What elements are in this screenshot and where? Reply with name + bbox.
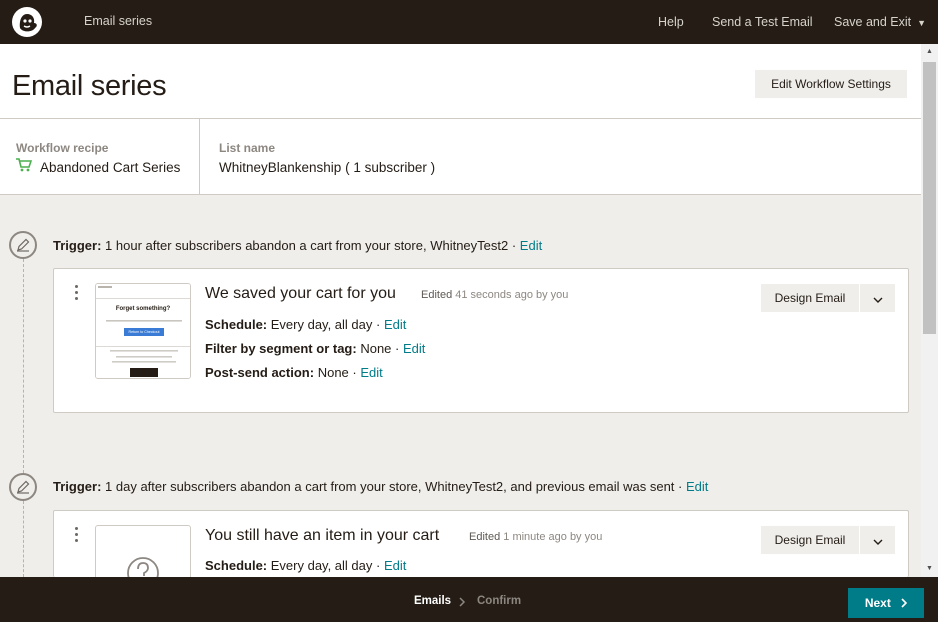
edited-status: Edited 1 minute ago by you [469, 531, 602, 543]
chevron-right-icon [901, 598, 908, 608]
trigger-edit-link[interactable]: Edit [520, 238, 542, 253]
workflow-recipe-value: Abandoned Cart Series [40, 160, 181, 175]
filter-label: Filter by segment or tag: [205, 341, 357, 356]
save-and-exit-label: Save and Exit [834, 15, 912, 29]
email-thumbnail[interactable]: Forget something? Return to Checkout [95, 283, 191, 379]
post-send-label: Post-send action: [205, 365, 315, 380]
save-and-exit-menu[interactable]: Save and Exit ▼ [834, 15, 926, 29]
email-card: You still have an item in your cart Edit… [53, 510, 909, 577]
next-label: Next [864, 596, 891, 610]
edited-time: 41 seconds ago [455, 289, 533, 301]
header-divider [0, 118, 921, 119]
chevron-down-icon [873, 539, 882, 545]
schedule-row: Schedule: Every day, all day · Edit [205, 558, 406, 573]
schedule-value: Every day, all day · [270, 558, 381, 573]
edited-by: by you [536, 289, 569, 301]
design-email-button[interactable]: Design Email [761, 284, 859, 312]
top-bar: Email series Help Send a Test Email Save… [0, 0, 938, 44]
thumbnail-cta: Return to Checkout [128, 330, 160, 334]
design-email-button[interactable]: Design Email [761, 526, 859, 554]
email-thumbnail-placeholder[interactable] [95, 525, 191, 577]
scrollbar-thumb[interactable] [923, 62, 936, 334]
timeline-connector [23, 259, 24, 473]
help-link[interactable]: Help [658, 15, 684, 29]
schedule-label: Schedule: [205, 558, 268, 573]
trigger-edit-step-icon[interactable] [9, 473, 37, 501]
chevron-down-icon [873, 297, 882, 303]
list-name-value: WhitneyBlankenship ( 1 subscriber ) [219, 160, 436, 175]
shopping-cart-icon [16, 158, 32, 172]
more-options-icon[interactable] [73, 285, 79, 303]
design-email-dropdown[interactable] [860, 526, 895, 554]
crumb-confirm[interactable]: Confirm [477, 595, 521, 607]
more-options-icon[interactable] [73, 527, 79, 545]
list-name-label: List name [219, 141, 276, 155]
trigger-line: Trigger: 1 hour after subscribers abando… [53, 238, 542, 253]
thumbnail-heading: Forget something? [115, 306, 171, 312]
trigger-edit-link[interactable]: Edit [686, 479, 708, 494]
send-test-email-link[interactable]: Send a Test Email [712, 15, 813, 29]
design-email-dropdown[interactable] [860, 284, 895, 312]
post-send-value: None · [317, 365, 357, 380]
scroll-up-arrow-icon[interactable]: ▲ [921, 44, 938, 60]
chevron-down-icon: ▼ [917, 18, 927, 28]
header-column-divider [199, 118, 200, 195]
trigger-text: 1 day after subscribers abandon a cart f… [105, 479, 683, 494]
email-card: Forget something? Return to Checkout We … [53, 268, 909, 413]
trigger-text: 1 hour after subscribers abandon a cart … [105, 238, 517, 253]
filter-edit-link[interactable]: Edit [403, 341, 425, 356]
schedule-label: Schedule: [205, 317, 268, 332]
app-title: Email series [84, 14, 153, 28]
schedule-value: Every day, all day · [270, 317, 381, 332]
schedule-row: Schedule: Every day, all day · Edit [205, 317, 406, 332]
pencil-icon [17, 480, 30, 494]
trigger-line: Trigger: 1 day after subscribers abandon… [53, 479, 708, 494]
edited-by: by you [569, 531, 603, 543]
timeline-connector [23, 501, 24, 577]
freddie-logo-icon[interactable] [11, 6, 43, 38]
page-title: Email series [12, 70, 167, 102]
post-send-edit-link[interactable]: Edit [360, 365, 382, 380]
chevron-right-icon [459, 597, 466, 607]
email-subject[interactable]: You still have an item in your cart [205, 527, 439, 545]
pencil-icon [17, 238, 30, 252]
edited-time: 1 minute ago [503, 531, 567, 543]
question-mark-icon [127, 557, 159, 577]
edit-workflow-settings-button[interactable]: Edit Workflow Settings [755, 70, 907, 98]
schedule-edit-link[interactable]: Edit [384, 317, 406, 332]
trigger-label: Trigger: [53, 479, 102, 494]
workflow-header: Email series Edit Workflow Settings Work… [0, 44, 921, 195]
trigger-label: Trigger: [53, 238, 102, 253]
filter-value: None · [360, 341, 400, 356]
schedule-edit-link[interactable]: Edit [384, 558, 406, 573]
edited-status: Edited 41 seconds ago by you [421, 289, 568, 301]
crumb-emails[interactable]: Emails [414, 595, 451, 607]
post-send-row: Post-send action: None · Edit [205, 365, 383, 380]
edited-prefix: Edited [421, 289, 453, 301]
trigger-edit-step-icon[interactable] [9, 231, 37, 259]
scroll-down-arrow-icon[interactable]: ▼ [921, 561, 938, 577]
email-subject[interactable]: We saved your cart for you [205, 285, 396, 303]
footer-bar: Emails Confirm Next [0, 577, 938, 622]
next-button[interactable]: Next [848, 588, 924, 618]
edited-prefix: Edited [469, 531, 501, 543]
workflow-recipe-label: Workflow recipe [16, 141, 109, 155]
filter-row: Filter by segment or tag: None · Edit [205, 341, 425, 356]
